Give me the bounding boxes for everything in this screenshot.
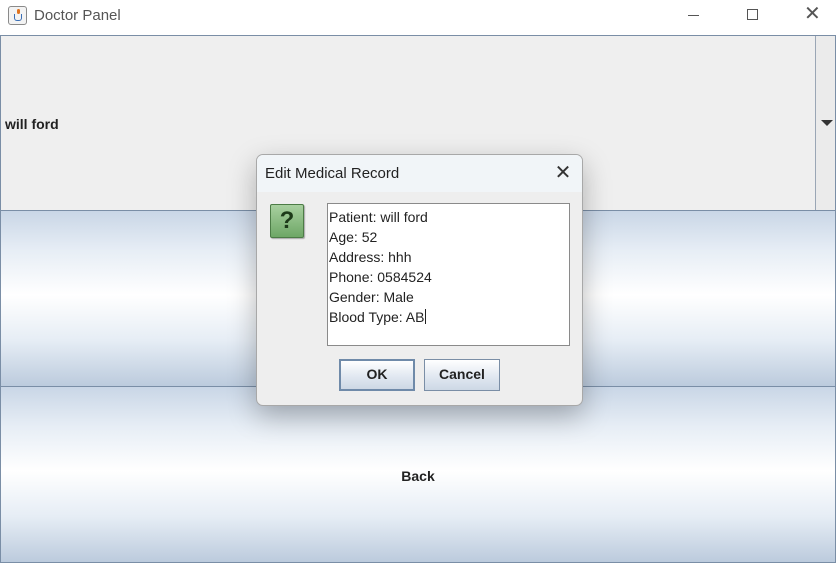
record-line-address: Address: hhh <box>329 249 412 265</box>
maximize-icon <box>747 9 758 20</box>
minimize-icon <box>688 15 699 16</box>
window-close-button[interactable]: ✕ <box>782 0 836 31</box>
record-line-phone: Phone: 0584524 <box>329 269 432 285</box>
window-titlebar: Doctor Panel ✕ <box>0 0 836 31</box>
combo-dropdown-button[interactable] <box>815 36 835 210</box>
back-button-label: Back <box>401 468 435 484</box>
chevron-down-icon <box>821 120 833 126</box>
record-line-age: Age: 52 <box>329 229 378 245</box>
record-line-patient: Patient: will ford <box>329 209 428 225</box>
text-caret <box>425 309 427 324</box>
java-cup-icon[interactable] <box>8 6 27 25</box>
record-line-gender: Gender: Male <box>329 289 414 305</box>
dialog-titlebar: Edit Medical Record ✕ <box>257 155 582 192</box>
ok-button[interactable]: OK <box>339 359 415 391</box>
medical-record-textarea[interactable]: Patient: will ford Age: 52 Address: hhh … <box>327 203 570 346</box>
close-icon: ✕ <box>804 3 821 25</box>
question-icon: ? <box>270 204 304 238</box>
patient-combo-value: will ford <box>5 116 59 132</box>
window-title: Doctor Panel <box>34 7 121 24</box>
record-line-blood-type-text: Blood Type: AB <box>329 309 425 325</box>
dialog-close-button[interactable]: ✕ <box>551 161 575 185</box>
question-mark-glyph: ? <box>279 207 295 234</box>
back-button[interactable]: Back <box>0 386 836 563</box>
record-line-blood-type: Blood Type: AB <box>329 307 569 327</box>
edit-medical-record-dialog: Edit Medical Record ✕ ? Patient: will fo… <box>256 154 583 406</box>
minimize-button[interactable] <box>664 0 722 31</box>
dialog-title: Edit Medical Record <box>265 165 400 182</box>
cup-shape <box>14 14 22 21</box>
cancel-button[interactable]: Cancel <box>424 359 500 391</box>
maximize-button[interactable] <box>723 0 781 31</box>
